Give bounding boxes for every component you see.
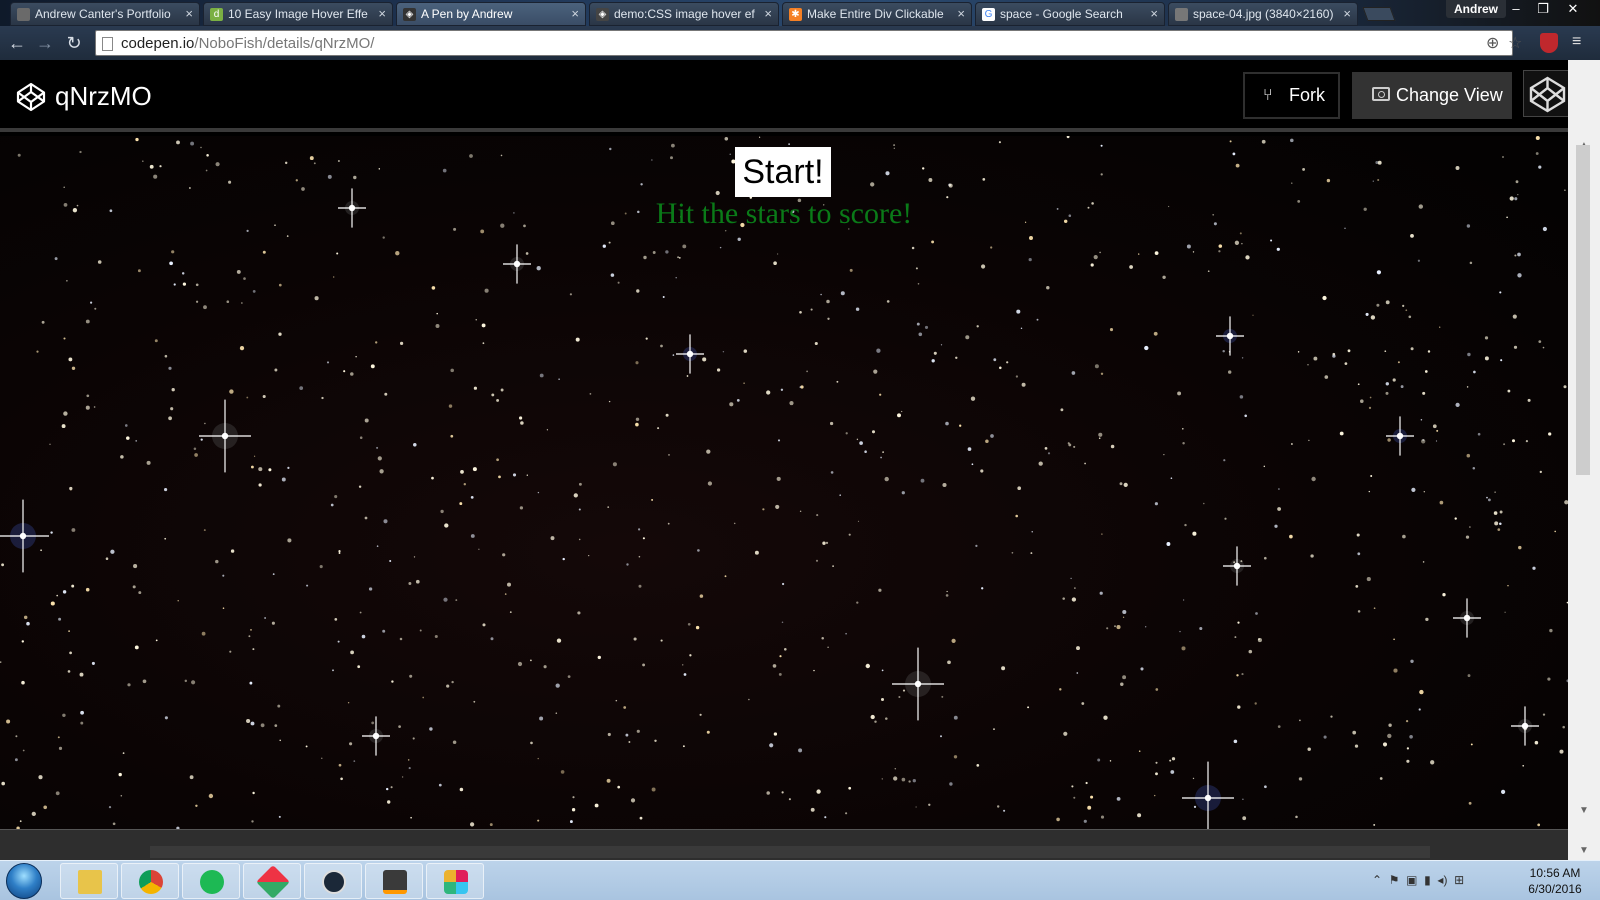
scroll-down-arrow-icon[interactable]: ▼	[1568, 805, 1600, 816]
tab-close-icon[interactable]: ×	[571, 3, 579, 25]
fork-icon: ⑂	[1263, 87, 1273, 104]
change-view-button[interactable]: Change View	[1352, 72, 1512, 119]
start-menu-icon[interactable]	[6, 863, 42, 899]
tab-title: demo:CSS image hover ef	[614, 7, 755, 21]
clock-time: 10:56 AM	[1529, 866, 1581, 880]
tab-close-icon[interactable]: ×	[957, 3, 965, 25]
chrome-icon[interactable]	[121, 863, 179, 899]
user-avatar[interactable]	[1523, 70, 1570, 117]
steam-icon[interactable]	[304, 863, 362, 899]
tab-close-icon[interactable]: ×	[1343, 3, 1351, 25]
tab-favicon-icon: G	[982, 8, 995, 21]
bright-star[interactable]	[1511, 706, 1539, 746]
browser-tab[interactable]: d 10 Easy Image Hover Effe ×	[203, 2, 393, 26]
browser-tab[interactable]: space-04.jpg (3840×2160) ×	[1168, 2, 1358, 26]
start-button[interactable]: Start!	[735, 147, 831, 197]
reload-icon[interactable]: ↻	[63, 32, 85, 54]
menu-icon[interactable]: ≡	[1572, 34, 1588, 50]
bright-star[interactable]	[1182, 761, 1234, 829]
tab-favicon-icon: ◈	[403, 8, 416, 21]
bright-star[interactable]	[503, 244, 531, 284]
fork-label: Fork	[1289, 85, 1325, 105]
horizontal-scroll-rail[interactable]	[150, 846, 1430, 858]
tab-favicon-icon	[17, 8, 30, 21]
tab-title: A Pen by Andrew	[421, 7, 513, 21]
bright-star[interactable]	[1386, 416, 1414, 456]
bright-star[interactable]	[1453, 598, 1481, 638]
bright-star[interactable]	[199, 399, 251, 473]
tab-favicon-icon	[1175, 8, 1188, 21]
file-explorer-icon[interactable]	[60, 863, 118, 899]
system-tray[interactable]: ⌃ ⚑ ▣ ▮ ◂) ⊞	[1372, 873, 1464, 887]
spotify-icon[interactable]	[182, 863, 240, 899]
tab-title: space - Google Search	[1000, 7, 1123, 21]
bookmark-star-icon[interactable]: ☆	[1508, 33, 1522, 53]
tab-title: 10 Easy Image Hover Effe	[228, 7, 368, 21]
fork-button[interactable]: ⑂ Fork	[1243, 72, 1340, 119]
codepen-header: qNrzMO ⑂ Fork Change View	[0, 60, 1570, 132]
change-view-label: Change View	[1396, 85, 1503, 105]
address-bar[interactable]: codepen.io/NoboFish/details/qNrzMO/ ⊕ ☆	[95, 30, 1522, 56]
slack-icon[interactable]	[426, 863, 484, 899]
restore-icon[interactable]: ❐	[1530, 0, 1556, 18]
pen-title: qNrzMO	[55, 81, 152, 111]
tab-favicon-icon: ◈	[596, 8, 609, 21]
bright-star[interactable]	[892, 647, 944, 721]
tab-favicon-icon: d	[210, 8, 223, 21]
tab-close-icon[interactable]: ×	[1150, 3, 1158, 25]
profile-user-badge[interactable]: Andrew	[1446, 0, 1507, 18]
browser-toolbar: ← → ↻ codepen.io/NoboFish/details/qNrzMO…	[0, 26, 1600, 60]
zoom-icon[interactable]: ⊕	[1486, 33, 1499, 53]
url-text[interactable]: codepen.io/NoboFish/details/qNrzMO/	[121, 31, 374, 56]
extension-shield-icon[interactable]	[1540, 33, 1558, 53]
page-icon	[102, 37, 113, 51]
back-icon[interactable]: ←	[6, 32, 28, 54]
bright-star[interactable]	[1216, 316, 1244, 356]
scrollbar-thumb[interactable]	[1576, 145, 1590, 475]
pen-preview-starfield[interactable]: Start! Hit the stars to score!	[0, 136, 1568, 829]
tab-title: Make Entire Div Clickable	[807, 7, 944, 21]
sublime-text-icon[interactable]	[365, 863, 423, 899]
tab-favicon-icon: ✱	[789, 8, 802, 21]
close-window-icon[interactable]: ✕	[1560, 0, 1586, 18]
game-app-icon[interactable]	[243, 863, 301, 899]
tab-close-icon[interactable]: ×	[764, 3, 772, 25]
horizontal-scrollbar[interactable]	[0, 829, 1568, 860]
codepen-logo-icon[interactable]	[16, 82, 46, 112]
bright-star[interactable]	[676, 334, 704, 374]
game-instruction-text: Hit the stars to score!	[655, 197, 913, 230]
new-tab-button[interactable]	[1362, 7, 1396, 21]
browser-tab[interactable]: ✱ Make Entire Div Clickable ×	[782, 2, 972, 26]
windows-taskbar: ⌃ ⚑ ▣ ▮ ◂) ⊞ 10:56 AM 6/30/2016	[0, 860, 1600, 900]
tab-close-icon[interactable]: ×	[185, 3, 193, 25]
browser-tab-strip: Andrew Canter's Portfolio × d 10 Easy Image…	[0, 0, 1600, 26]
minimize-icon[interactable]: –	[1503, 0, 1529, 18]
browser-tab[interactable]: ◈ demo:CSS image hover ef ×	[589, 2, 779, 26]
tab-title: Andrew Canter's Portfolio	[35, 7, 171, 21]
camera-icon	[1372, 87, 1390, 101]
bright-star[interactable]	[1223, 546, 1251, 586]
page-scroll-down-arrow-icon[interactable]: ▼	[1568, 845, 1600, 856]
avatar-codepen-icon	[1529, 76, 1566, 113]
browser-tab[interactable]: ◈ A Pen by Andrew ×	[396, 2, 586, 26]
browser-tab[interactable]: Gspace - Google Search ×	[975, 2, 1165, 26]
clock-date: 6/30/2016	[1528, 882, 1582, 896]
forward-icon[interactable]: →	[34, 32, 56, 54]
starfield-background	[0, 136, 1568, 829]
bright-star[interactable]	[0, 499, 49, 573]
taskbar-clock[interactable]: 10:56 AM 6/30/2016	[1520, 865, 1590, 897]
browser-tab[interactable]: Andrew Canter's Portfolio ×	[10, 2, 200, 26]
bright-star[interactable]	[362, 716, 390, 756]
vertical-scrollbar[interactable]: ▲ ▼ ▼	[1568, 60, 1600, 860]
tab-close-icon[interactable]: ×	[378, 3, 386, 25]
tab-title: space-04.jpg (3840×2160)	[1193, 7, 1334, 21]
